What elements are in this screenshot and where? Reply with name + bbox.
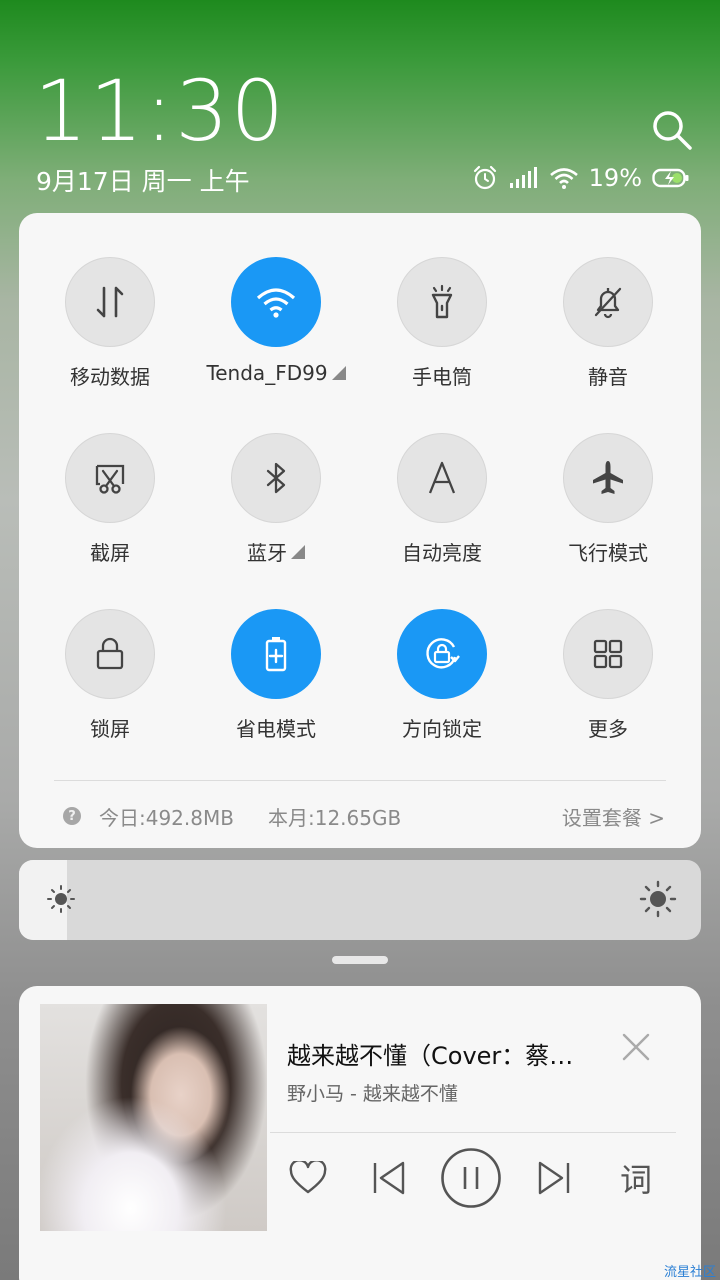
toggle-label: 锁屏	[90, 717, 130, 741]
wifi-network-name: Tenda_FD99	[206, 361, 328, 385]
toggle-label: 方向锁定	[402, 717, 482, 741]
toggle-label: 更多	[588, 717, 628, 741]
lock-icon	[96, 637, 124, 670]
bluetooth-label: 蓝牙	[247, 541, 287, 565]
screenshot-icon	[95, 464, 125, 494]
music-notification[interactable]: 越来越不懂（Cover：蔡… 野小马 - 越来越不懂 词	[19, 986, 701, 1280]
toggle-label: 蓝牙	[247, 537, 305, 566]
lyrics-button[interactable]: 词	[611, 1146, 661, 1210]
toggle-label: 自动亮度	[402, 541, 482, 565]
toggle-rotation-lock[interactable]: 方向锁定	[359, 609, 525, 759]
mobile-data-icon	[96, 286, 124, 318]
brightness-high-icon	[639, 880, 677, 918]
toggle-lock-screen[interactable]: 锁屏	[27, 609, 193, 759]
toggle-circle	[231, 257, 321, 347]
toggle-circle	[231, 609, 321, 699]
divider	[270, 1132, 676, 1133]
alarm-icon	[471, 164, 499, 192]
toggle-flashlight[interactable]: 手电筒	[359, 257, 525, 407]
toggle-airplane-mode[interactable]: 飞行模式	[525, 433, 691, 583]
status-bar: 19%	[471, 160, 690, 196]
expand-triangle-icon	[291, 544, 305, 559]
toggle-mobile-data[interactable]: 移动数据	[27, 257, 193, 407]
toggle-circle	[231, 433, 321, 523]
toggle-screenshot[interactable]: 截屏	[27, 433, 193, 583]
toggle-circle	[397, 257, 487, 347]
auto-brightness-icon	[428, 461, 456, 494]
brightness-slider[interactable]	[19, 860, 701, 940]
toggle-auto-brightness[interactable]: 自动亮度	[359, 433, 525, 583]
divider	[54, 780, 666, 781]
mute-bell-icon	[594, 287, 622, 319]
data-usage-month: 本月:12.65GB	[267, 805, 402, 830]
drag-handle[interactable]	[332, 956, 388, 964]
data-usage-row: ? 今日:492.8MB 本月:12.65GB 设置套餐 >	[63, 801, 665, 831]
close-icon	[622, 1033, 650, 1061]
bluetooth-icon	[266, 462, 286, 494]
wifi-icon	[256, 288, 296, 318]
search-button[interactable]	[650, 108, 694, 152]
album-art	[40, 1004, 267, 1231]
rotation-lock-icon	[426, 638, 460, 669]
toggle-circle	[563, 609, 653, 699]
data-usage-today: 今日:492.8MB	[99, 805, 234, 830]
set-plan-link[interactable]: 设置套餐 >	[562, 802, 665, 831]
toggle-label: 飞行模式	[568, 541, 648, 565]
toggle-circle	[65, 609, 155, 699]
toggle-more[interactable]: 更多	[525, 609, 691, 759]
quick-settings-panel: 移动数据 Tenda_FD99 手电筒 静音 截屏 蓝牙 自动亮度 飞行模式 锁…	[19, 213, 701, 848]
brightness-low-icon	[47, 885, 75, 913]
battery-percent: 19%	[588, 164, 642, 192]
close-button[interactable]	[619, 1030, 653, 1064]
expand-triangle-icon	[331, 366, 346, 380]
toggle-wifi[interactable]: Tenda_FD99	[193, 257, 359, 407]
toggle-battery-saver[interactable]: 省电模式	[193, 609, 359, 759]
toggle-circle	[563, 433, 653, 523]
toggle-circle	[397, 609, 487, 699]
next-button[interactable]	[529, 1146, 579, 1210]
flashlight-icon	[431, 284, 453, 319]
toggle-label: 静音	[588, 365, 628, 389]
heart-icon	[289, 1161, 327, 1194]
toggle-circle	[65, 433, 155, 523]
watermark: 流星社区	[663, 1265, 716, 1280]
toggle-label: Tenda_FD99	[206, 361, 346, 385]
airplane-icon	[593, 461, 623, 494]
toggle-circle	[563, 257, 653, 347]
toggle-label: 移动数据	[70, 365, 150, 389]
search-icon	[653, 111, 692, 150]
pause-icon	[441, 1148, 501, 1208]
song-artist: 野小马 - 越来越不懂	[287, 1083, 458, 1105]
toggle-label: 省电模式	[236, 717, 316, 741]
toggle-label: 截屏	[90, 541, 130, 565]
help-icon[interactable]: ?	[63, 807, 81, 825]
battery-charging-icon	[652, 167, 690, 189]
like-button[interactable]	[283, 1146, 333, 1210]
date: 9月17日 周一 上午	[36, 167, 250, 196]
next-icon	[538, 1161, 570, 1195]
wifi-status-icon	[549, 166, 579, 190]
toggle-circle	[397, 433, 487, 523]
signal-icon	[509, 166, 539, 190]
grid-icon	[593, 639, 623, 669]
toggle-circle	[65, 257, 155, 347]
clock: 11:30	[34, 62, 287, 160]
toggle-label: 手电筒	[412, 365, 472, 389]
previous-icon	[373, 1161, 405, 1195]
previous-button[interactable]	[364, 1146, 414, 1210]
battery-saver-icon	[265, 637, 287, 672]
toggle-mute[interactable]: 静音	[525, 257, 691, 407]
toggle-bluetooth[interactable]: 蓝牙	[193, 433, 359, 583]
pause-button[interactable]	[439, 1146, 503, 1210]
song-title: 越来越不懂（Cover：蔡…	[287, 1042, 574, 1070]
